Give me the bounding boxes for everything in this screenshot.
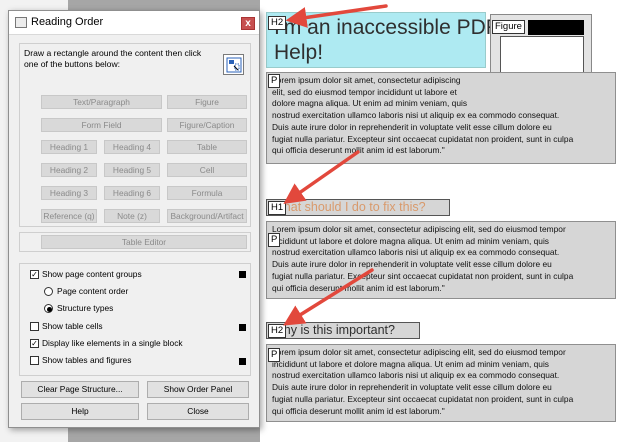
display-like-elements-checkbox[interactable]: ✓ <box>30 339 39 348</box>
background-artifact-button[interactable]: Background/Artifact <box>167 209 247 223</box>
instructions-text: Draw a rectangle around the content then… <box>24 48 202 69</box>
structure-types-radio[interactable] <box>44 304 53 313</box>
show-page-content-groups-checkbox[interactable]: ✓ <box>30 270 39 279</box>
heading1-button[interactable]: Heading 1 <box>41 140 97 154</box>
radio-selected-dot <box>47 307 52 312</box>
show-order-panel-button[interactable]: Show Order Panel <box>147 381 249 398</box>
heading4-button[interactable]: Heading 4 <box>104 140 160 154</box>
form-field-button[interactable]: Form Field <box>41 118 162 132</box>
pdf-page: I'm an inaccessible PDF. Help! H2 Figure… <box>262 0 624 442</box>
heading6-button[interactable]: Heading 6 <box>104 186 160 200</box>
formula-button[interactable]: Formula <box>167 186 247 200</box>
text-paragraph-button[interactable]: Text/Paragraph <box>41 95 162 109</box>
tables-figures-color-swatch[interactable] <box>239 358 246 365</box>
page-content-order-radio[interactable] <box>44 287 53 296</box>
app-icon <box>15 17 27 28</box>
figure-caption-button[interactable]: Figure/Caption <box>167 118 247 132</box>
show-tables-and-figures-checkbox[interactable] <box>30 356 39 365</box>
note-button[interactable]: Note (z) <box>104 209 160 223</box>
close-button[interactable]: Close <box>147 403 249 420</box>
close-icon[interactable]: x <box>241 17 255 30</box>
display-like-elements-label: Display like elements in a single block <box>42 338 183 348</box>
page-content-order-label: Page content order <box>57 286 129 296</box>
reading-order-dialog: Reading Order x Draw a rectangle around … <box>8 10 260 428</box>
arrow-to-title-tag <box>285 4 388 28</box>
tag-buttons-group: Draw a rectangle around the content then… <box>19 43 251 227</box>
content-groups-color-swatch[interactable] <box>239 271 246 278</box>
clear-page-structure-button[interactable]: Clear Page Structure... <box>21 381 139 398</box>
reference-button[interactable]: Reference (q) <box>41 209 97 223</box>
display-options-group: ✓ Show page content groups Page content … <box>19 263 251 376</box>
table-button[interactable]: Table <box>167 140 247 154</box>
select-region-button[interactable] <box>223 54 244 75</box>
structure-types-label: Structure types <box>57 303 114 313</box>
table-editor-group: Table Editor <box>19 232 251 252</box>
table-editor-button[interactable]: Table Editor <box>41 235 247 249</box>
cell-button[interactable]: Cell <box>167 163 247 177</box>
heading2-button[interactable]: Heading 2 <box>41 163 97 177</box>
help-button[interactable]: Help <box>21 403 139 420</box>
annotation-arrows <box>283 4 388 326</box>
show-table-cells-label: Show table cells <box>42 321 103 331</box>
region-select-icon <box>226 57 242 73</box>
arrow-to-h1-tag <box>283 150 360 205</box>
heading3-button[interactable]: Heading 3 <box>41 186 97 200</box>
dialog-titlebar[interactable]: Reading Order x <box>9 11 259 35</box>
show-table-cells-checkbox[interactable] <box>30 322 39 331</box>
figure-button[interactable]: Figure <box>167 95 247 109</box>
heading5-button[interactable]: Heading 5 <box>104 163 160 177</box>
table-cells-color-swatch[interactable] <box>239 324 246 331</box>
arrow-to-h2-tag <box>283 268 374 326</box>
show-tables-and-figures-label: Show tables and figures <box>42 355 132 365</box>
dialog-title: Reading Order <box>31 16 104 28</box>
show-page-content-groups-label: Show page content groups <box>42 269 142 279</box>
